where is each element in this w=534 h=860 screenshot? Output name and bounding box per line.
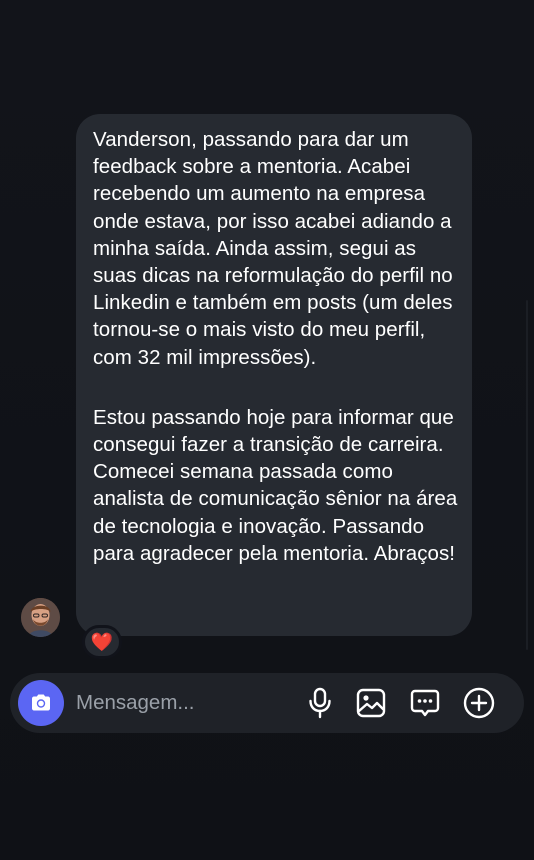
plus-circle-icon bbox=[463, 687, 495, 719]
heart-icon: ❤️ bbox=[90, 632, 114, 652]
camera-button[interactable] bbox=[18, 680, 64, 726]
message-input[interactable]: Mensagem... bbox=[76, 690, 276, 716]
microphone-button[interactable] bbox=[302, 685, 338, 721]
message-paragraph-1: Vanderson, passando para dar um feedback… bbox=[93, 128, 453, 369]
avatar-image bbox=[21, 598, 60, 637]
message-composer: Mensagem... bbox=[10, 673, 524, 733]
received-message-bubble[interactable]: Vanderson, passando para dar um feedback… bbox=[76, 114, 472, 636]
more-button[interactable] bbox=[461, 685, 497, 721]
reaction-badge[interactable]: ❤️ bbox=[82, 625, 122, 659]
message-paragraph-2: Estou passando hoje para informar que co… bbox=[93, 405, 458, 565]
avatar[interactable] bbox=[21, 598, 60, 637]
camera-icon bbox=[32, 694, 50, 711]
dm-thread: Vanderson, passando para dar um feedback… bbox=[0, 0, 534, 860]
image-icon bbox=[356, 688, 386, 718]
chat-sticker-icon bbox=[410, 689, 440, 717]
microphone-icon bbox=[309, 687, 331, 719]
sticker-button[interactable] bbox=[407, 685, 443, 721]
gallery-button[interactable] bbox=[353, 685, 389, 721]
scrollbar[interactable] bbox=[526, 300, 528, 650]
